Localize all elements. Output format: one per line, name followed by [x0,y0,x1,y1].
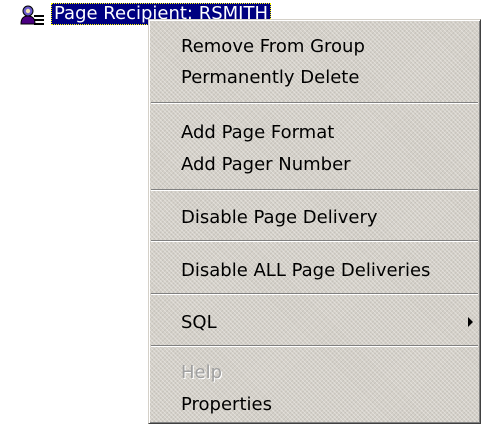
menu-item-label: SQL [181,311,217,333]
screen: Page Recipient: RSMITH Remove From Group… [0,0,483,427]
menu-separator [151,240,478,242]
menu-item-help[interactable]: Help [152,355,477,389]
menu-item-label: Add Page Format [181,121,335,143]
menu-separator [151,189,478,191]
submenu-arrow-icon [468,317,473,327]
menu-item-add-pager-number[interactable]: Add Pager Number [152,147,477,181]
menu-item-label: Help [181,361,223,383]
menu-item-disable-page-delivery[interactable]: Disable Page Delivery [152,200,477,234]
menu-item-label: Add Pager Number [181,153,351,175]
menu-separator [151,102,478,104]
menu-item-disable-all-page-deliveries[interactable]: Disable ALL Page Deliveries [152,253,477,287]
menu-item-sql[interactable]: SQL [152,305,477,339]
menu-separator [151,345,478,347]
menu-item-label: Remove From Group [181,35,365,57]
context-menu: Remove From Group Permanently Delete Add… [148,19,481,424]
menu-item-remove-from-group[interactable]: Remove From Group [152,29,477,63]
menu-item-add-page-format[interactable]: Add Page Format [152,115,477,149]
menu-item-properties[interactable]: Properties [152,387,477,421]
user-recipient-icon [19,4,47,28]
menu-separator [151,293,478,295]
menu-item-label: Disable Page Delivery [181,206,378,228]
menu-item-label: Properties [181,393,272,415]
menu-item-label: Permanently Delete [181,66,360,88]
menu-item-label: Disable ALL Page Deliveries [181,259,431,281]
menu-item-permanently-delete[interactable]: Permanently Delete [152,60,477,94]
